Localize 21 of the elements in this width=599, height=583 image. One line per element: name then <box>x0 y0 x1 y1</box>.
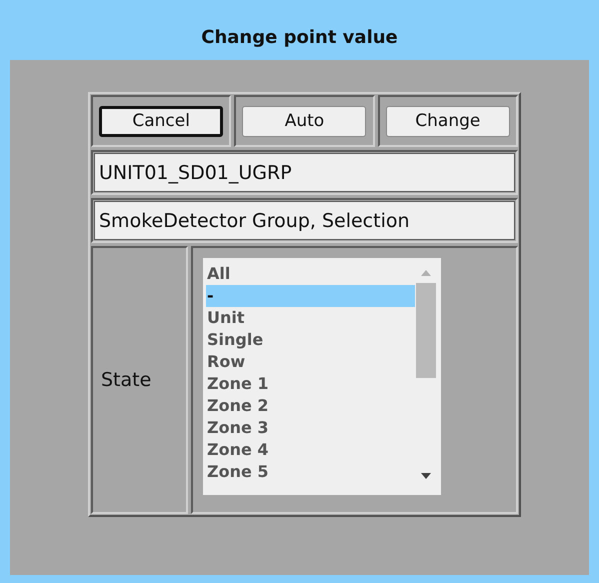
dialog-button[interactable]: Cancel <box>99 106 224 136</box>
point-name-field[interactable]: UNIT01_SD01_UGRP <box>94 153 515 192</box>
list-option[interactable]: Single <box>206 329 415 351</box>
scrollbar-thumb[interactable] <box>416 283 436 378</box>
list-option[interactable]: All <box>206 263 415 285</box>
list-option[interactable]: Zone 2 <box>206 395 415 417</box>
dialog-button[interactable]: Auto <box>242 106 366 136</box>
scroll-down-icon[interactable] <box>421 473 431 479</box>
point-description-field[interactable]: SmokeDetector Group, Selection <box>94 201 515 240</box>
scroll-up-icon[interactable] <box>421 270 431 276</box>
state-label: State <box>101 369 152 391</box>
list-option[interactable]: Row <box>206 351 415 373</box>
state-listbox[interactable]: All - Unit Single Row Zone 1 Zone 2 Zone 3 Zone 4 Zone 5 <box>203 258 441 495</box>
list-option[interactable]: Zone 5 <box>206 461 415 483</box>
list-option[interactable]: Zone 4 <box>206 439 415 461</box>
list-option[interactable]: Unit <box>206 307 415 329</box>
list-option[interactable]: Zone 1 <box>206 373 415 395</box>
list-option[interactable]: Zone 3 <box>206 417 415 439</box>
dialog-button[interactable]: Change <box>386 106 510 136</box>
window-title: Change point value <box>201 26 398 48</box>
list-option[interactable]: - <box>206 285 415 307</box>
